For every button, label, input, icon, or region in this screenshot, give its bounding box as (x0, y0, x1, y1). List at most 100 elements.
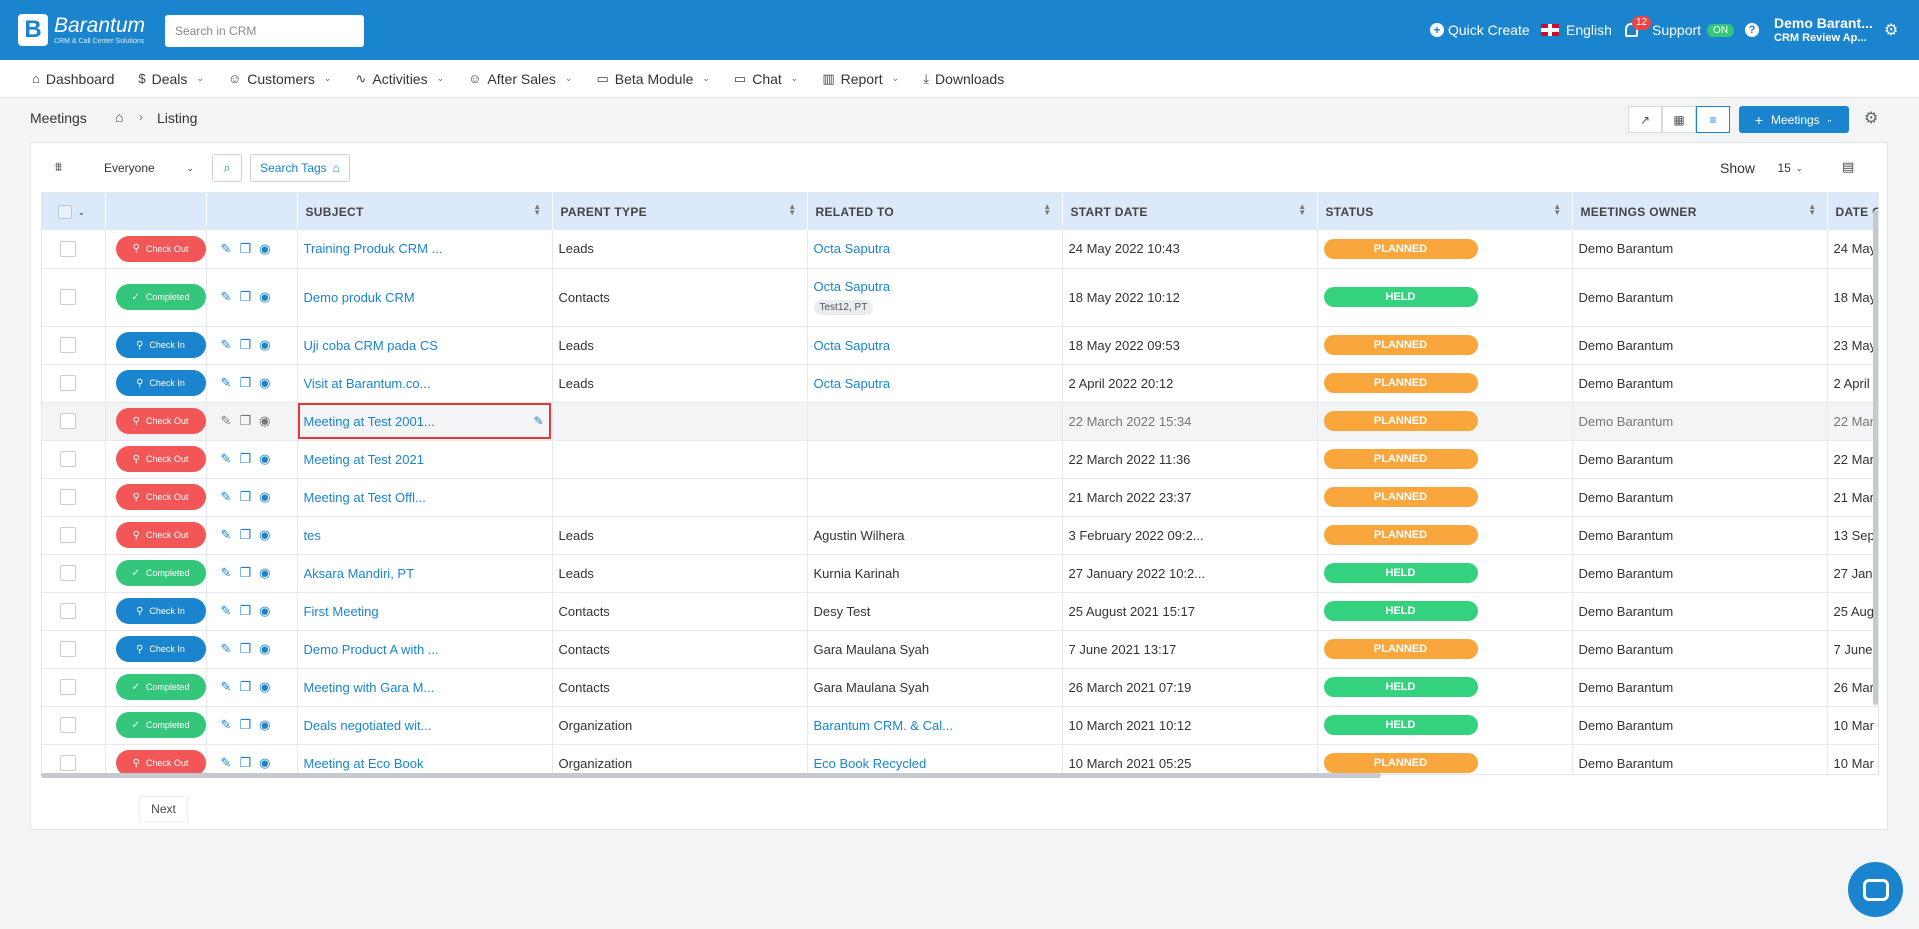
row-subject-cell[interactable]: Training Produk CRM ... (297, 230, 553, 269)
row-subject-cell[interactable]: Meeting at Test 2021 (297, 440, 553, 479)
row-subject-link[interactable]: Meeting at Test Offl... (304, 490, 426, 505)
help-button[interactable]: ? (1745, 0, 1759, 60)
row-select-cell[interactable] (42, 478, 106, 517)
row-action-button[interactable]: ⚲ Check In (115, 332, 205, 358)
sort-icon[interactable]: ▲ ▼ (788, 203, 796, 217)
row-related-to[interactable]: Octa Saputra (814, 279, 891, 294)
row-subject-cell[interactable]: First Meeting (297, 592, 553, 631)
header-related-to[interactable]: RELATED TO ▲ ▼ (807, 193, 1063, 230)
home-icon[interactable]: ⌂ (115, 109, 123, 125)
row-checkbox[interactable] (60, 755, 76, 771)
nav-after-sales[interactable]: ☺ After Sales ⌄ (468, 71, 572, 87)
row-select-cell[interactable] (42, 326, 106, 365)
duplicate-icon[interactable]: ❐ (239, 603, 259, 618)
table-row[interactable]: ⚲ Check Out ✎❐◉ Meeting at Test 2001... ✎ 22 … (42, 402, 1878, 441)
row-related-to[interactable]: Eco Book Recycled (814, 756, 927, 771)
row-checkbox[interactable] (60, 603, 76, 619)
page-size-select[interactable]: 15 ⌄ (1765, 154, 1815, 182)
list-view-button[interactable]: ≡ (1696, 106, 1730, 133)
row-related-to[interactable]: Barantum CRM. & Cal... (814, 718, 953, 733)
user-menu[interactable]: Demo Barant... CRM Review Ap... (1774, 0, 1873, 60)
sort-icon[interactable]: ▲ ▼ (1298, 203, 1306, 217)
header-subject[interactable]: SUBJECT ▲ ▼ (297, 193, 553, 230)
row-subject-link[interactable]: Demo produk CRM (304, 290, 415, 305)
row-select-cell[interactable] (42, 668, 106, 707)
duplicate-icon[interactable]: ❐ (239, 679, 259, 694)
row-action-button[interactable]: ⚲ Check In (115, 636, 205, 662)
row-checkbox[interactable] (60, 451, 76, 467)
edit-pencil-icon[interactable]: ✎ (221, 565, 240, 580)
row-subject-cell[interactable]: Meeting at Eco Book (297, 744, 553, 774)
next-page-button[interactable]: Next (139, 796, 188, 822)
row-checkbox[interactable] (60, 489, 76, 505)
row-checkbox[interactable] (60, 679, 76, 695)
row-related-to[interactable]: Desy Test (814, 604, 871, 619)
sort-icon[interactable]: ▲ ▼ (1553, 203, 1561, 217)
row-related-to[interactable]: Gara Maulana Syah (814, 642, 930, 657)
row-select-cell[interactable] (42, 592, 106, 631)
table-row[interactable]: ⚲ Check Out ✎❐◉ Meeting at Test 2021 22 Marc… (42, 440, 1878, 479)
row-checkbox[interactable] (60, 375, 76, 391)
row-action-button[interactable]: ✓ Completed (115, 284, 205, 310)
select-all-header[interactable]: ⌄ (42, 193, 106, 230)
duplicate-icon[interactable]: ❐ (239, 413, 259, 428)
nav-customers[interactable]: ☺ Customers ⌄ (228, 71, 332, 87)
inline-edit-pencil-icon[interactable]: ✎ (533, 414, 543, 428)
row-action-button[interactable]: ⚲ Check Out (115, 522, 205, 548)
columns-icon[interactable]: ▤ (1842, 159, 1854, 175)
duplicate-icon[interactable]: ❐ (239, 565, 259, 580)
row-select-cell[interactable] (42, 402, 106, 441)
row-subject-link[interactable]: Training Produk CRM ... (304, 241, 443, 256)
nav-beta-module[interactable]: ▭ Beta Module ⌄ (596, 71, 709, 87)
row-checkbox[interactable] (60, 413, 76, 429)
row-subject-link[interactable]: Meeting at Test 2021 (304, 452, 424, 467)
table-row[interactable]: ⚲ Check In ✎❐◉ Uji coba CRM pada CS Leads Oct… (42, 326, 1878, 365)
row-select-cell[interactable] (42, 516, 106, 555)
row-select-cell[interactable] (42, 440, 106, 479)
view-eye-icon[interactable]: ◉ (259, 413, 278, 428)
header-date[interactable]: DATE C (1827, 193, 1878, 230)
row-checkbox[interactable] (60, 527, 76, 543)
view-eye-icon[interactable]: ◉ (259, 603, 278, 618)
edit-pencil-icon[interactable]: ✎ (221, 375, 240, 390)
edit-pencil-icon[interactable]: ✎ (221, 717, 240, 732)
duplicate-icon[interactable]: ❐ (239, 451, 259, 466)
page-settings-gear-icon[interactable]: ⚙ (1864, 108, 1878, 128)
table-row[interactable]: ✓ Completed ✎❐◉ Meeting with Gara M... Conta… (42, 668, 1878, 707)
edit-pencil-icon[interactable]: ✎ (221, 641, 240, 656)
row-subject-cell[interactable]: tes (297, 516, 553, 555)
row-select-cell[interactable] (42, 268, 106, 327)
settings-gear-icon[interactable]: ⚙ (1884, 0, 1898, 60)
nav-chat[interactable]: ▭ Chat ⌄ (734, 71, 798, 87)
row-checkbox[interactable] (60, 337, 76, 353)
row-subject-link[interactable]: Aksara Mandiri, PT (304, 566, 415, 581)
edit-pencil-icon[interactable]: ✎ (221, 451, 240, 466)
header-status[interactable]: STATUS ▲ ▼ (1317, 193, 1573, 230)
view-eye-icon[interactable]: ◉ (259, 375, 278, 390)
row-subject-link[interactable]: Meeting at Test 2001... (304, 414, 435, 429)
calendar-view-button[interactable]: ▦ (1662, 106, 1696, 133)
row-subject-link[interactable]: First Meeting (304, 604, 379, 619)
chart-view-button[interactable]: ↗ (1628, 106, 1662, 133)
horizontal-scrollbar[interactable] (41, 773, 1381, 778)
row-subject-cell[interactable]: Meeting at Test Offl... (297, 478, 553, 517)
row-select-cell[interactable] (42, 630, 106, 669)
sort-icon[interactable]: ▲ ▼ (1043, 203, 1051, 217)
view-eye-icon[interactable]: ◉ (259, 289, 278, 304)
view-eye-icon[interactable]: ◉ (259, 489, 278, 504)
table-row[interactable]: ⚲ Check Out ✎❐◉ Meeting at Test Offl... 21 M… (42, 478, 1878, 517)
row-select-cell[interactable] (42, 364, 106, 403)
edit-pencil-icon[interactable]: ✎ (221, 337, 240, 352)
row-select-cell[interactable] (42, 554, 106, 593)
edit-pencil-icon[interactable]: ✎ (221, 527, 240, 542)
row-action-button[interactable]: ⚲ Check Out (115, 235, 205, 262)
row-subject-cell[interactable]: Visit at Barantum.co... (297, 364, 553, 403)
row-action-button[interactable]: ✓ Completed (115, 674, 205, 700)
table-row[interactable]: ⚲ Check In ✎❐◉ Demo Product A with ... Conta… (42, 630, 1878, 669)
row-select-cell[interactable] (42, 230, 106, 269)
row-action-button[interactable]: ⚲ Check Out (115, 446, 205, 472)
row-related-to[interactable]: Agustin Wilhera (814, 528, 905, 543)
view-eye-icon[interactable]: ◉ (259, 565, 278, 580)
row-action-button[interactable]: ✓ Completed (115, 560, 205, 586)
row-action-button[interactable]: ⚲ Check In (115, 370, 205, 396)
